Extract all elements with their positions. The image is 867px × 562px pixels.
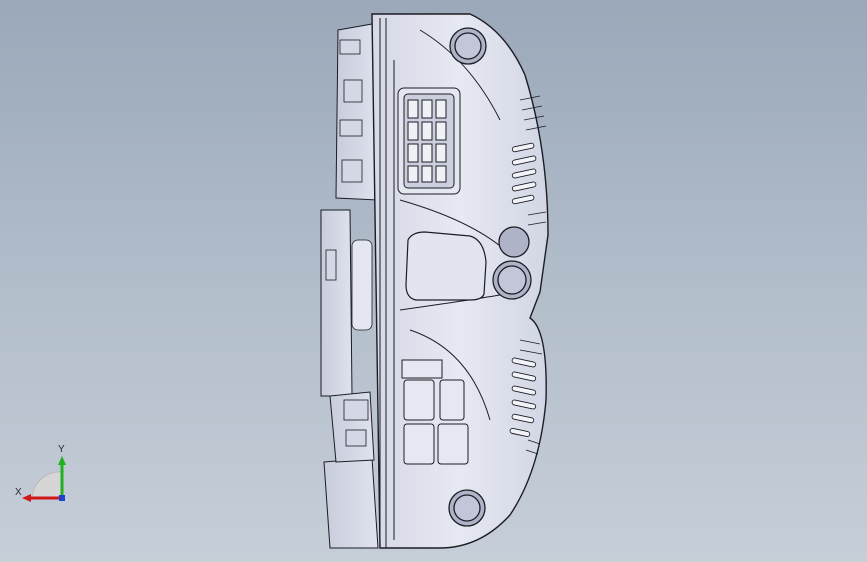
- graphics-viewport[interactable]: Y X: [0, 0, 867, 562]
- triad-plane: [31, 471, 63, 499]
- upper-vent-grille: [397, 87, 461, 195]
- z-axis-marker: [59, 495, 65, 501]
- cad-part-model[interactable]: [0, 0, 867, 562]
- x-axis-label: X: [15, 487, 22, 498]
- y-axis-arrowhead: [58, 456, 66, 465]
- y-axis-label: Y: [58, 444, 65, 455]
- center-pocket: [405, 231, 487, 301]
- coordinate-triad: Y X: [15, 444, 66, 502]
- x-axis-arrowhead: [22, 494, 31, 502]
